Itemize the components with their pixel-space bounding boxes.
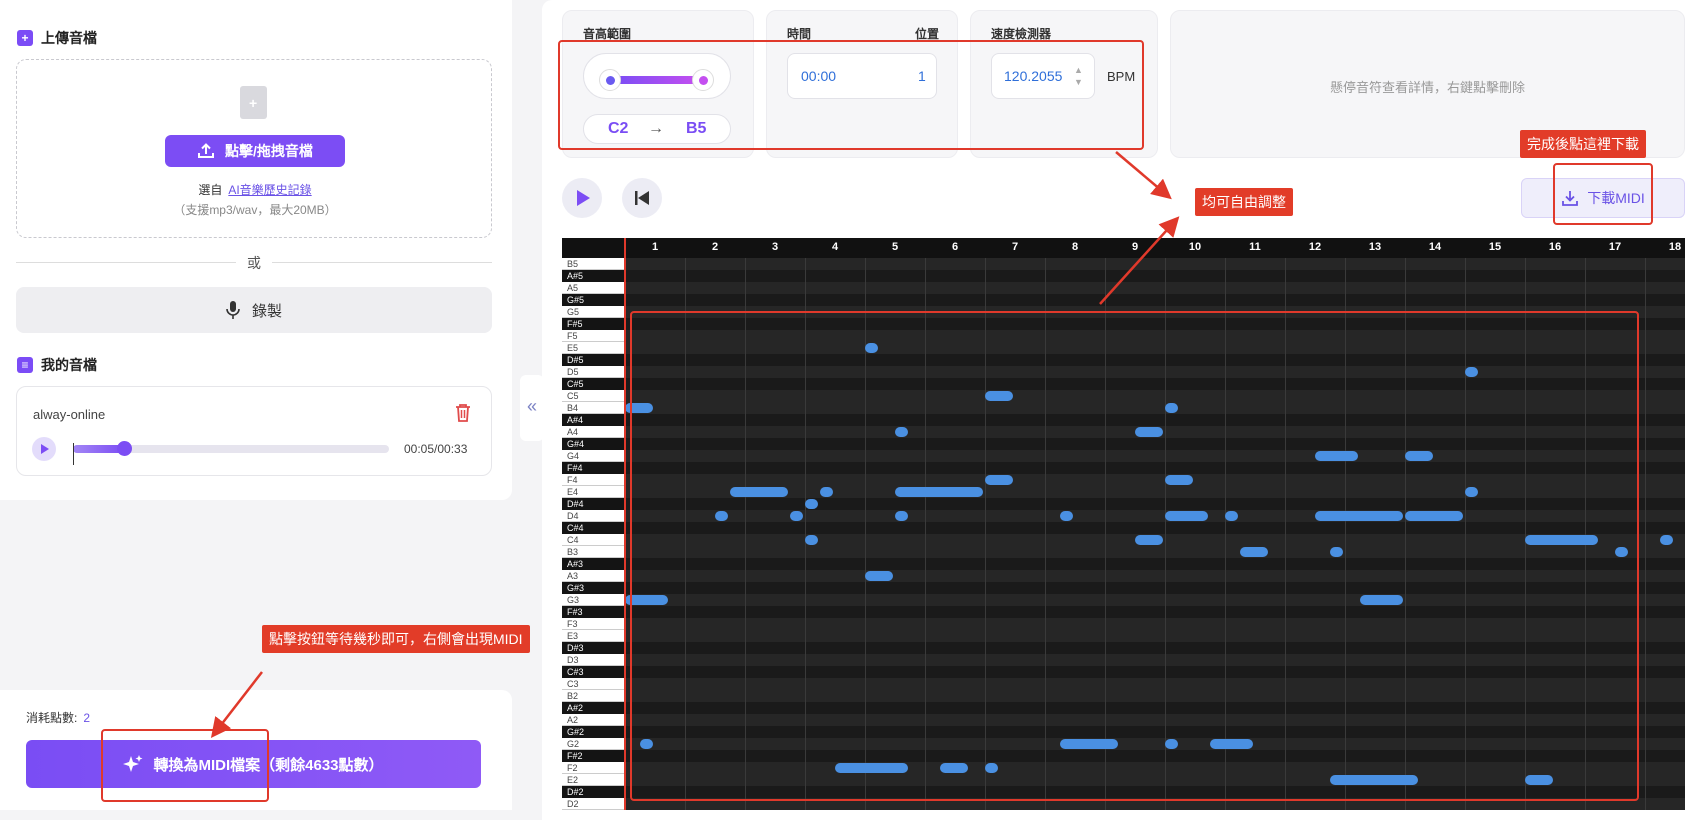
arrow-to-adjust-callout (1115, 151, 1172, 200)
annotation-download-hint: 完成後點這裡下載 (1520, 130, 1646, 158)
annotation-convert-hint: 點擊按鈕等待幾秒即可，右側會出現MIDI (262, 625, 530, 653)
arrow-from-notes-box (1099, 216, 1180, 305)
annotation-arrows (210, 151, 1180, 738)
annotation-adjust: 均可自由調整 (1195, 188, 1293, 216)
arrow-to-convert-button (210, 671, 263, 738)
